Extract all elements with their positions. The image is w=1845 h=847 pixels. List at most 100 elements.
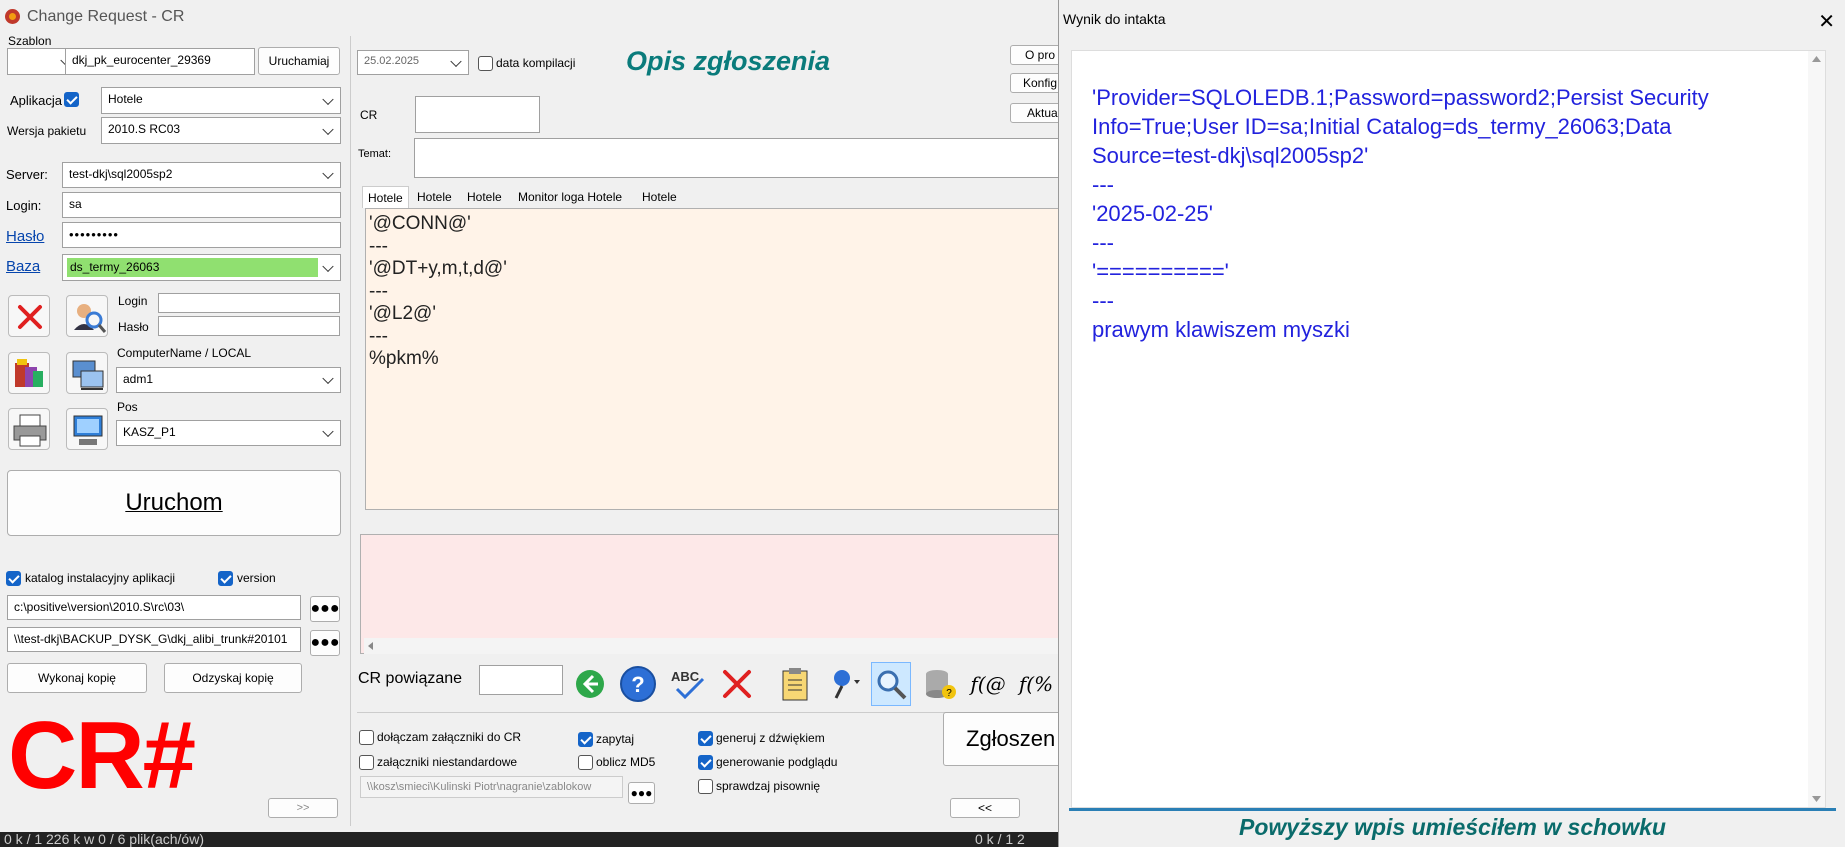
script-line: '@DT+y,m,t,d@' xyxy=(369,258,507,279)
uruchamiaj-button[interactable]: Uruchamiaj xyxy=(258,47,340,75)
scroll-left-icon xyxy=(368,642,373,650)
script-editor[interactable]: '@CONN@' --- '@DT+y,m,t,d@' --- '@L2@' --- %pk… xyxy=(365,208,1065,510)
server-select[interactable]: test-dkj\sql2005sp2 xyxy=(62,162,341,188)
version-checkbox[interactable] xyxy=(218,571,233,586)
uruchom-button[interactable]: Uruchom xyxy=(7,470,341,536)
szablon-input[interactable]: dkj_pk_eurocenter_29369 xyxy=(65,48,255,75)
change-request-window: Change Request - CR Szablon dkj_pk_euroc… xyxy=(0,0,1073,832)
tab-hotele-3[interactable]: Hotele xyxy=(462,186,507,208)
wersja-select[interactable]: 2010.S RC03 xyxy=(101,117,341,144)
network-computer-icon xyxy=(72,360,104,390)
aplikacja-checkbox[interactable] xyxy=(64,92,79,107)
zapytaj-checkbox[interactable] xyxy=(578,732,593,747)
panel-divider xyxy=(350,36,351,826)
browse-path2-button[interactable]: ●●● xyxy=(310,630,340,656)
clipboard-button[interactable] xyxy=(775,662,815,706)
katalog-checkbox[interactable] xyxy=(6,571,21,586)
md5-checkbox[interactable] xyxy=(578,755,593,770)
haslo-input[interactable]: ••••••••• xyxy=(62,222,341,248)
baza-value: ds_termy_26063 xyxy=(67,258,318,277)
script-line: --- xyxy=(369,280,388,302)
vertical-scrollbar[interactable] xyxy=(1808,51,1825,807)
opis-zgloszenia-heading: Opis zgłoszenia xyxy=(626,46,831,76)
tab-hotele-2[interactable]: Hotele xyxy=(412,186,457,208)
aplikacja-select[interactable]: Hotele xyxy=(101,87,341,114)
magnifier-icon xyxy=(877,670,907,700)
dialog-title: Wynik do intakta xyxy=(1063,11,1166,27)
script-line: %pkm% xyxy=(369,348,439,369)
path1-input[interactable]: c:\positive\version\2010.S\rc\03\ xyxy=(7,595,301,620)
packages-button[interactable] xyxy=(8,352,50,394)
server-label: Server: xyxy=(6,167,48,182)
database-help-button[interactable]: ? xyxy=(920,662,960,706)
spellcheck-button[interactable]: ABC xyxy=(668,662,708,706)
path2-input[interactable]: \\test-dkj\BACKUP_DYSK_G\dkj_alibi_trunk… xyxy=(7,627,301,652)
result-line: Info=True;User ID=sa;Initial Catalog=ds_… xyxy=(1092,114,1672,139)
svg-text:?: ? xyxy=(946,688,952,699)
odzyskaj-kopie-button[interactable]: Odzyskaj kopię xyxy=(164,663,302,693)
red-x-icon xyxy=(18,305,42,329)
zapytaj-label: zapytaj xyxy=(596,732,635,746)
login2-input[interactable] xyxy=(158,293,340,313)
print-button[interactable] xyxy=(8,408,50,450)
close-icon[interactable]: ✕ xyxy=(1818,9,1835,34)
path3-input[interactable]: \\kosz\smieci\Kulinski Piotr\nagranie\za… xyxy=(360,776,623,798)
zgloszenie-button[interactable]: Zgłoszen xyxy=(943,712,1073,766)
monitor-icon xyxy=(73,415,103,445)
pos-select[interactable]: KASZ_P1 xyxy=(116,420,341,446)
computer-select[interactable]: adm1 xyxy=(116,367,341,393)
baza-select[interactable]: ds_termy_26063 xyxy=(62,254,341,281)
clear-button[interactable] xyxy=(717,662,757,706)
browse-path3-button[interactable]: ●●● xyxy=(628,782,655,804)
horizontal-scrollbar[interactable] xyxy=(364,638,1060,654)
status-left: 0 k / 1 226 k w 0 / 6 plik(ach/ów) xyxy=(4,831,204,847)
function-at-button[interactable]: f(@ xyxy=(968,662,1008,706)
niestandardowe-checkbox[interactable] xyxy=(359,755,374,770)
scroll-up-icon xyxy=(1812,56,1821,62)
prev-button[interactable]: << xyxy=(950,798,1020,818)
podglad-checkbox[interactable] xyxy=(698,755,713,770)
result-line: --- xyxy=(1092,288,1114,313)
wykonaj-kopie-button[interactable]: Wykonaj kopię xyxy=(7,663,147,693)
cr-powiazane-label: CR powiązane xyxy=(358,670,463,687)
function-percent-icon: f(% xyxy=(1018,672,1054,696)
network-button[interactable] xyxy=(66,352,108,394)
help-button[interactable]: ? xyxy=(618,662,658,706)
browse-path1-button[interactable]: ●●● xyxy=(310,596,340,622)
baza-link[interactable]: Baza xyxy=(6,258,40,275)
login-input[interactable]: sa xyxy=(62,192,341,218)
cr-input[interactable] xyxy=(415,96,540,133)
tab-hotele-5[interactable]: Hotele xyxy=(637,186,682,208)
cr-powiazane-input[interactable] xyxy=(479,665,563,695)
cr-label: CR xyxy=(360,108,378,122)
pin-button[interactable] xyxy=(823,662,863,706)
pos-button[interactable] xyxy=(66,408,108,450)
niestandardowe-label: załączniki niestandardowe xyxy=(377,755,518,769)
haslo-link[interactable]: Hasło xyxy=(6,228,44,245)
notes-area[interactable] xyxy=(360,534,1060,654)
help-icon: ? xyxy=(620,666,656,702)
result-text-area[interactable]: 'Provider=SQLOLEDB.1;Password=password2;… xyxy=(1071,50,1826,808)
user-search-icon xyxy=(74,304,107,333)
pisownia-label: sprawdzaj pisownię xyxy=(716,779,821,793)
pisownia-checkbox[interactable] xyxy=(698,779,713,794)
haslo2-input[interactable] xyxy=(158,316,340,336)
haslo2-label: Hasło xyxy=(118,320,149,334)
login-label: Login: xyxy=(6,198,42,213)
ellipsis-icon: ●●● xyxy=(310,634,340,651)
temat-input[interactable] xyxy=(414,138,1064,178)
back-button[interactable] xyxy=(570,662,610,706)
tab-hotele-1[interactable]: Hotele xyxy=(362,186,409,208)
dzwiek-checkbox[interactable] xyxy=(698,731,713,746)
next-button[interactable]: >> xyxy=(268,798,338,818)
date-picker[interactable]: 25.02.2025 xyxy=(357,50,469,75)
zalaczniki-checkbox[interactable] xyxy=(359,730,374,745)
find-user-button[interactable] xyxy=(66,295,108,337)
script-line: '@L2@' xyxy=(369,303,436,324)
ellipsis-icon: ●●● xyxy=(630,786,653,800)
data-kompilacji-checkbox[interactable] xyxy=(478,56,493,71)
delete-connection-button[interactable] xyxy=(8,295,50,337)
function-percent-button[interactable]: f(% xyxy=(1016,662,1056,706)
search-button[interactable] xyxy=(871,662,911,706)
tab-monitor-loga[interactable]: Monitor loga Hotele xyxy=(513,186,627,208)
